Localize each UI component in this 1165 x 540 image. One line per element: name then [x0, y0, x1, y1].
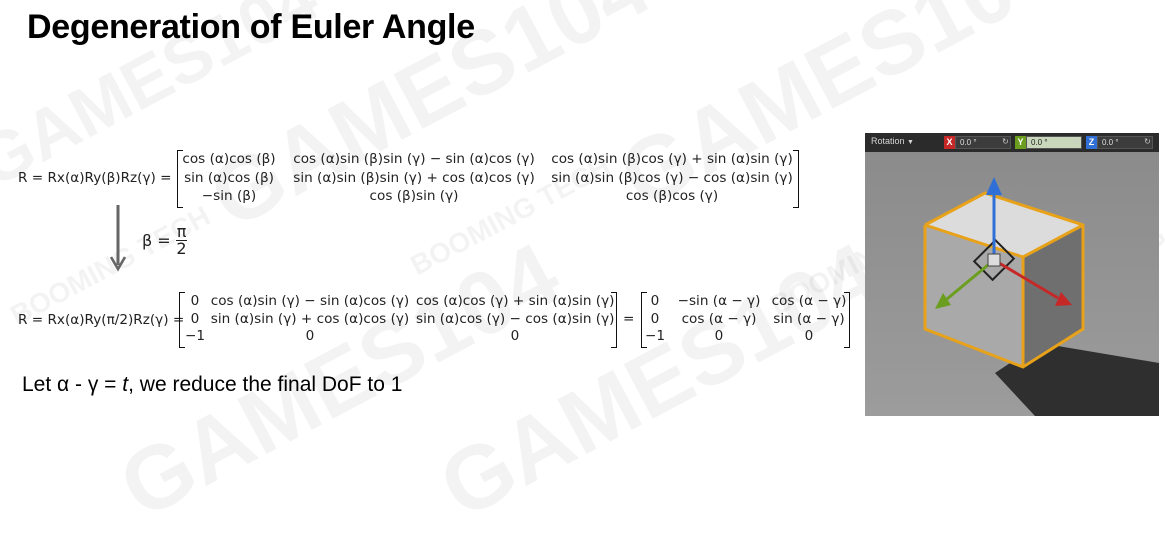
x-axis-label: X: [944, 136, 955, 149]
eq2b-cell: −sin (α − γ): [677, 293, 761, 309]
eq2b-cell: cos (α − γ): [771, 293, 847, 309]
conclusion-text: Let α - γ = t, we reduce the final DoF t…: [22, 373, 402, 397]
eq1-cell: −sin (β): [201, 188, 257, 204]
reset-arrow-icon[interactable]: ↻: [1143, 137, 1152, 146]
equation-2-lhs: R = Rx(α)Ry(π/2)Rz(γ) =: [18, 312, 185, 328]
eq2b-cell: sin (α − γ): [773, 311, 845, 327]
reset-arrow-icon[interactable]: ↻: [1001, 137, 1010, 146]
eq2b-cell: −1: [644, 328, 666, 344]
eq2b-cell: 0: [804, 328, 814, 344]
equation-1-lhs: R = Rx(α)Ry(β)Rz(γ) =: [18, 170, 172, 186]
eq2b-cell: 0: [650, 311, 660, 327]
z-axis-label: Z: [1086, 136, 1097, 149]
eq1-cell: cos (α)cos (β): [182, 151, 276, 167]
eq1-cell: sin (α)sin (β)sin (γ) + cos (α)cos (γ): [293, 170, 535, 186]
caret-down-icon: ▼: [907, 139, 914, 146]
eq2-cell: −1: [184, 328, 206, 344]
conclusion-prefix: Let α - γ =: [22, 373, 123, 396]
eq1-cell: cos (β)cos (γ): [625, 188, 719, 204]
beta-lhs: β =: [142, 231, 171, 250]
watermark-games104: GAMES104: [424, 223, 896, 539]
rotation-label: Rotation: [871, 136, 905, 146]
eq2-cell: 0: [190, 293, 200, 309]
eq1-cell: cos (α)sin (β)cos (γ) + sin (α)sin (γ): [551, 151, 793, 167]
eq1-cell: sin (α)cos (β): [184, 170, 274, 186]
eq2-cell: sin (α)sin (γ) + cos (α)cos (γ): [210, 311, 410, 327]
viewport-scene: [865, 133, 1159, 416]
eq2b-cell: 0: [714, 328, 724, 344]
eq2b-cell: 0: [650, 293, 660, 309]
eq2b-cell: cos (α − γ): [681, 311, 757, 327]
rotation-dropdown[interactable]: Rotation ▼: [871, 136, 914, 146]
conclusion-suffix: , we reduce the final DoF to 1: [128, 373, 403, 396]
y-axis-label: Y: [1015, 136, 1026, 149]
eq1-cell: cos (β)sin (γ): [369, 188, 459, 204]
eq1-cell: cos (α)sin (β)sin (γ) − sin (α)cos (γ): [293, 151, 535, 167]
slide-title: Degeneration of Euler Angle: [27, 8, 475, 46]
eq2-cell: sin (α)cos (γ) − cos (α)sin (γ): [416, 311, 615, 327]
reset-arrow-icon[interactable]: ↻: [1072, 137, 1081, 146]
equation-2-equals: =: [623, 311, 635, 327]
eq2-cell: cos (α)sin (γ) − sin (α)cos (γ): [210, 293, 410, 309]
eq1-cell: sin (α)sin (β)cos (γ) − cos (α)sin (γ): [551, 170, 793, 186]
eq2-cell: 0: [190, 311, 200, 327]
rotation-viewport: Rotation ▼ X 0.0 ° ↻ Y 0.0 ° ↻ Z 0.0 ° ↻: [865, 133, 1159, 416]
eq2-cell: 0: [510, 328, 520, 344]
beta-denominator: 2: [176, 239, 187, 258]
beta-fraction: π 2: [175, 224, 188, 258]
beta-substitution: β = π 2: [142, 224, 188, 258]
eq2-cell: cos (α)cos (γ) + sin (α)sin (γ): [416, 293, 615, 309]
down-arrow-icon: [110, 205, 126, 272]
eq2-cell: 0: [305, 328, 315, 344]
